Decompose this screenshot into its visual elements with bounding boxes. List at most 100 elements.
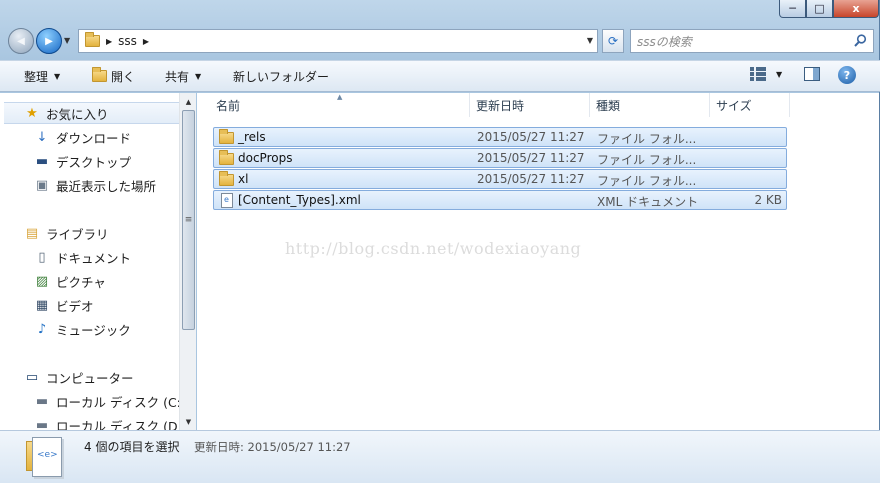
back-button[interactable]: ◀	[8, 28, 34, 54]
preview-pane-button[interactable]	[804, 67, 820, 81]
file-type: ファイル フォル...	[597, 174, 697, 188]
nav-item-label: ローカル ディスク (C:	[56, 394, 181, 410]
nav-downloads[interactable]: ↓ ダウンロード	[34, 126, 131, 148]
column-header-size[interactable]: サイズ	[710, 93, 790, 117]
address-bar[interactable]: ▶ sss ▶ ▼	[78, 29, 598, 53]
address-row: ◀ ▶ ▼ ▶ sss ▶ ▼ ⟳ sssの検索	[6, 26, 874, 56]
forward-button[interactable]: ▶	[36, 28, 62, 54]
nav-disk-d[interactable]: ▬ ローカル ディスク (D:	[34, 414, 182, 431]
maximize-button[interactable]: □	[806, 0, 833, 18]
grip-icon: ≡	[184, 215, 193, 225]
breadcrumb-sss[interactable]: sss	[118, 34, 137, 48]
file-modified: 2015/05/27 11:27	[477, 130, 585, 144]
close-button[interactable]: x	[833, 0, 879, 18]
organize-button[interactable]: 整理 ▼	[24, 68, 60, 85]
nav-videos[interactable]: ▦ ビデオ	[34, 294, 94, 316]
search-icon[interactable]	[854, 34, 867, 51]
column-header-type[interactable]: 種類	[590, 93, 710, 117]
selection-count: 4 個の項目を選択	[84, 440, 180, 454]
watermark: http://blog.csdn.net/wodexiaoyang	[285, 239, 582, 258]
disk-d-icon: ▬	[35, 417, 49, 431]
nav-computer[interactable]: ▭ コンピューター	[24, 366, 134, 388]
address-dropdown-button[interactable]: ▼	[587, 36, 593, 45]
scroll-up-icon[interactable]: ▲	[180, 93, 197, 110]
breadcrumb-separator-icon[interactable]: ▶	[143, 37, 149, 46]
folder-icon	[85, 31, 100, 50]
nav-item-label: デスクトップ	[56, 154, 132, 170]
star-icon: ★	[26, 105, 38, 121]
folder-icon	[219, 171, 235, 187]
nav-item-label: コンピューター	[46, 370, 134, 386]
scroll-down-icon[interactable]: ▼	[180, 413, 197, 430]
nav-pictures[interactable]: ▨ ピクチャ	[34, 270, 106, 292]
navigation-scrollbar[interactable]: ▲ ≡ ▼	[179, 93, 196, 430]
change-view-button[interactable]: ▼	[750, 67, 782, 81]
file-modified: 2015/05/27 11:27	[477, 151, 585, 165]
file-type: XML ドキュメント	[597, 195, 699, 209]
selection-thumbnail-icon	[26, 437, 64, 481]
disk-c-icon: ▬	[35, 393, 49, 409]
file-row[interactable]: xl 2015/05/27 11:27 ファイル フォル...	[213, 169, 787, 189]
nav-music[interactable]: ♪ ミュージック	[34, 318, 131, 340]
share-button[interactable]: 共有 ▼	[165, 68, 201, 85]
explorer-window: ─ □ x ◀ ▶ ▼ ▶ sss ▶ ▼ ⟳ sssの検索 整理 ▼ 開く 共…	[0, 0, 880, 483]
nav-item-label: ミュージック	[56, 322, 131, 338]
chevron-down-icon: ▼	[195, 72, 202, 81]
refresh-icon: ⟳	[607, 34, 619, 48]
breadcrumb-separator-icon[interactable]: ▶	[106, 37, 112, 46]
file-row[interactable]: _rels 2015/05/27 11:27 ファイル フォル...	[213, 127, 787, 147]
nav-item-label: ローカル ディスク (D:	[56, 418, 182, 431]
file-name: [Content_Types].xml	[238, 193, 361, 207]
file-size: 2 KB	[754, 193, 782, 207]
file-name: _rels	[238, 130, 266, 144]
command-bar: 整理 ▼ 開く 共有 ▼ 新しいフォルダー ▼ ?	[0, 60, 880, 92]
minimize-button[interactable]: ─	[779, 0, 806, 18]
chevron-down-icon[interactable]: ▼	[776, 70, 782, 79]
nav-item-label: お気に入り	[46, 106, 109, 122]
column-label: サイズ	[716, 98, 752, 113]
help-button[interactable]: ?	[838, 66, 856, 84]
folder-icon	[219, 129, 235, 145]
new-folder-label: 新しいフォルダー	[233, 70, 330, 84]
libraries-icon: ▤	[25, 225, 39, 241]
open-button[interactable]: 開く	[92, 67, 136, 85]
details-pane: 4 個の項目を選択 更新日時: 2015/05/27 11:27	[0, 430, 880, 483]
videos-icon: ▦	[35, 297, 49, 313]
file-type: ファイル フォル...	[597, 132, 697, 146]
file-row[interactable]: docProps 2015/05/27 11:27 ファイル フォル...	[213, 148, 787, 168]
selection-modified: 更新日時: 2015/05/27 11:27	[194, 440, 351, 454]
nav-documents[interactable]: ▯ ドキュメント	[34, 246, 131, 268]
file-row[interactable]: [Content_Types].xml XML ドキュメント 2 KB	[213, 190, 787, 210]
open-label: 開く	[111, 70, 136, 84]
nav-item-label: ピクチャ	[56, 274, 106, 290]
nav-desktop[interactable]: ▬ デスクトップ	[34, 150, 131, 172]
organize-label: 整理	[24, 70, 49, 84]
column-header-modified[interactable]: 更新日時	[470, 93, 590, 117]
search-input[interactable]: sssの検索	[630, 29, 874, 53]
nav-disk-c[interactable]: ▬ ローカル ディスク (C:	[34, 390, 181, 412]
file-type: ファイル フォル...	[597, 153, 697, 167]
nav-item-label: ダウンロード	[56, 130, 132, 146]
search-placeholder: sssの検索	[637, 34, 692, 49]
nav-item-label: ドキュメント	[56, 250, 132, 266]
nav-item-label: ライブラリ	[46, 226, 109, 242]
file-list-pane: ▲ 名前 更新日時 種類 サイズ _rels 2015/05/27 11:27 …	[197, 93, 879, 430]
new-folder-button[interactable]: 新しいフォルダー	[233, 68, 329, 85]
xml-file-icon	[219, 193, 235, 208]
back-arrow-icon: ◀	[17, 35, 25, 47]
nav-favorites[interactable]: ★ お気に入り	[4, 102, 184, 124]
refresh-button[interactable]: ⟳	[602, 29, 624, 53]
folder-icon	[219, 150, 235, 166]
navigation-pane: ★ お気に入り ↓ ダウンロード ▬ デスクトップ ▣ 最近表示した場所 ▤ ラ…	[0, 93, 196, 430]
column-label: 種類	[596, 98, 621, 113]
nav-recent-places[interactable]: ▣ 最近表示した場所	[34, 174, 156, 196]
nav-libraries[interactable]: ▤ ライブラリ	[24, 222, 109, 244]
recent-pages-dropdown[interactable]: ▼	[64, 36, 70, 45]
scrollbar-thumb[interactable]: ≡	[182, 110, 195, 330]
open-folder-icon	[92, 67, 107, 85]
file-name: xl	[238, 172, 249, 186]
share-label: 共有	[165, 70, 190, 84]
computer-icon: ▭	[25, 369, 39, 385]
column-header-name[interactable]: 名前	[210, 93, 470, 117]
nav-item-label: ビデオ	[56, 298, 94, 314]
